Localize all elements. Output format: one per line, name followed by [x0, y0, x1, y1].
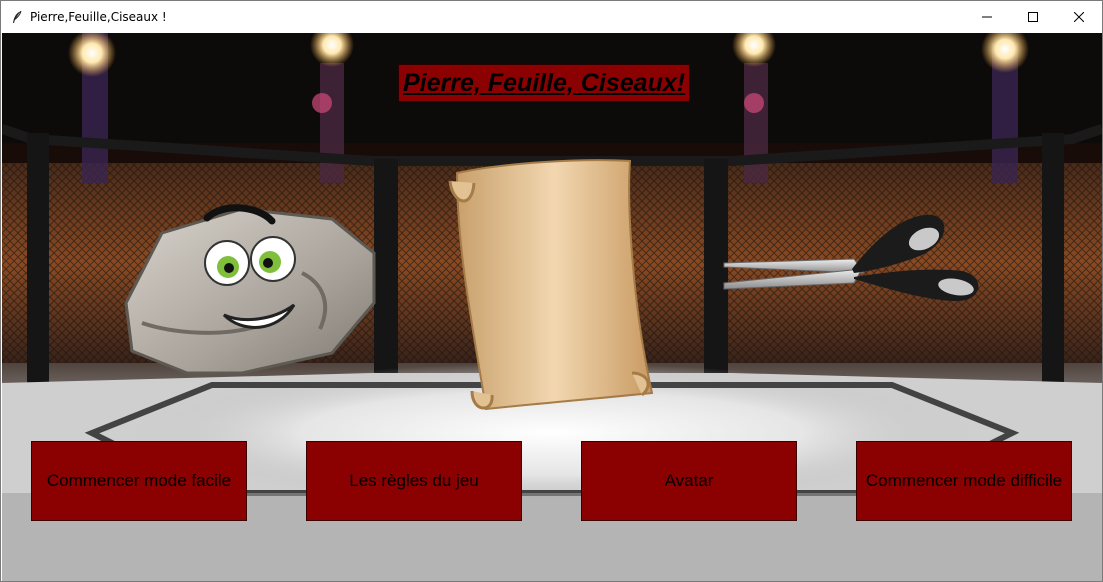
rock-icon [124, 204, 376, 375]
minimize-button[interactable] [964, 1, 1010, 32]
close-icon [1074, 11, 1084, 22]
feather-icon [9, 9, 25, 25]
maximize-button[interactable] [1010, 1, 1056, 32]
minimize-icon [982, 16, 992, 17]
paper-scroll-icon [448, 159, 654, 411]
close-button[interactable] [1056, 1, 1102, 32]
avatar-label: Avatar [664, 471, 714, 490]
avatar-button[interactable]: Avatar [581, 441, 797, 521]
title-bar[interactable]: Pierre,Feuille,Ciseaux ! [1, 1, 1102, 32]
easy-mode-label: Commencer mode facile [46, 471, 232, 490]
easy-mode-button[interactable]: Commencer mode facile [31, 441, 247, 521]
rules-button[interactable]: Les règles du jeu [306, 441, 522, 521]
window-title: Pierre,Feuille,Ciseaux ! [30, 9, 167, 24]
hard-mode-button[interactable]: Commencer mode difficile [856, 441, 1072, 521]
hard-mode-label: Commencer mode difficile [865, 471, 1063, 490]
app-window: Pierre,Feuille,Ciseaux ! Pierre, Feuille… [0, 0, 1103, 582]
game-canvas: Pierre, Feuille, Ciseaux! Commencer mode… [2, 33, 1102, 581]
game-title: Pierre, Feuille, Ciseaux! [398, 64, 691, 102]
maximize-icon [1028, 11, 1038, 22]
rules-label: Les règles du jeu [349, 471, 479, 490]
